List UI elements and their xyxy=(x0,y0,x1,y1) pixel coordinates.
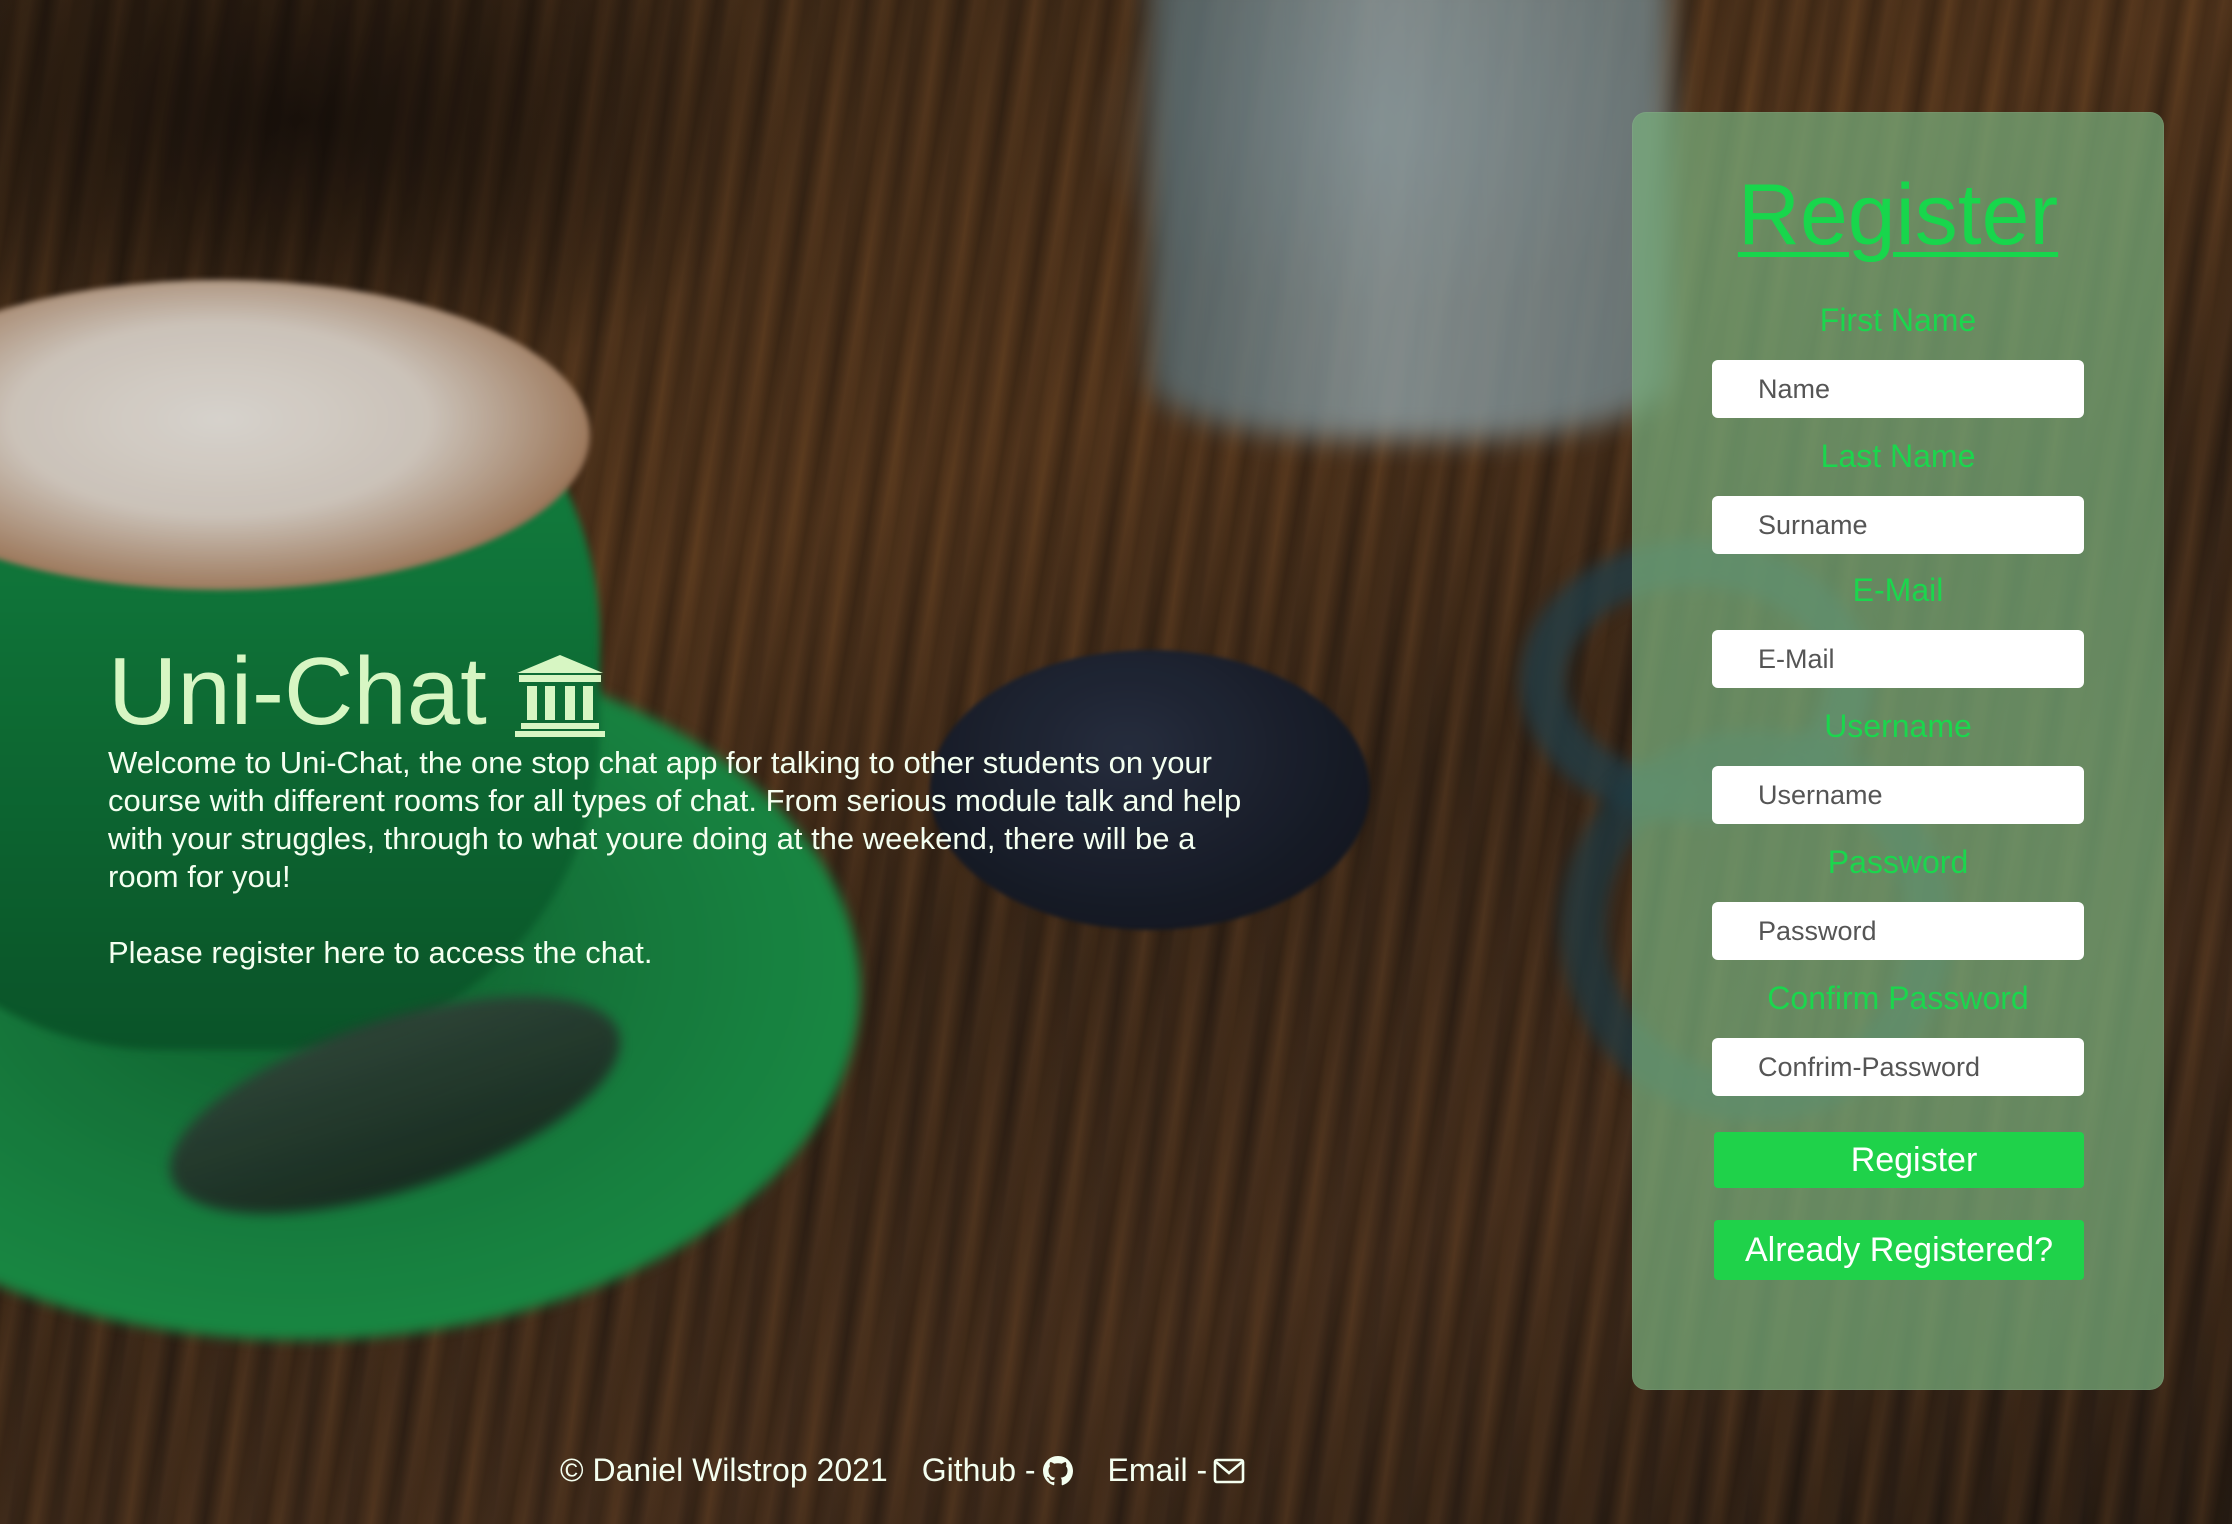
hero-cta: Please register here to access the chat. xyxy=(108,934,653,970)
register-card: Register First Name Last Name E-Mail Use… xyxy=(1632,112,2164,1390)
bank-icon xyxy=(513,653,607,737)
username-input[interactable] xyxy=(1712,766,2084,824)
username-label: Username xyxy=(1824,708,1972,744)
hero-section: Uni-Chat Welcome to Uni-Chat, the one st… xyxy=(108,640,1268,972)
confirm-password-label: Confirm Password xyxy=(1767,980,2029,1016)
footer: © Daniel Wilstrop 2021 Github - Email - xyxy=(560,1452,1245,1489)
copyright-text: © Daniel Wilstrop 2021 xyxy=(560,1452,888,1488)
github-link[interactable]: Github - xyxy=(922,1452,1074,1489)
app-title-text: Uni-Chat xyxy=(108,638,487,745)
register-heading: Register xyxy=(1737,167,2059,263)
email-link[interactable]: Email - xyxy=(1108,1452,1246,1489)
last-name-input[interactable] xyxy=(1712,496,2084,554)
first-name-label: First Name xyxy=(1819,302,1977,338)
github-icon xyxy=(1042,1455,1074,1487)
last-name-label: Last Name xyxy=(1820,438,1976,474)
first-name-input[interactable] xyxy=(1712,360,2084,418)
app-title: Uni-Chat xyxy=(108,640,1268,744)
password-input[interactable] xyxy=(1712,902,2084,960)
already-registered-button[interactable]: Already Registered? xyxy=(1714,1220,2084,1280)
email-label: E-Mail xyxy=(1852,572,1944,608)
email-label: Email - xyxy=(1107,1452,1208,1488)
confirm-password-input[interactable] xyxy=(1712,1038,2084,1096)
email-input[interactable] xyxy=(1712,630,2084,688)
envelope-icon xyxy=(1213,1458,1245,1484)
github-label: Github - xyxy=(921,1452,1036,1488)
register-button[interactable]: Register xyxy=(1714,1132,2084,1188)
hero-description: Welcome to Uni-Chat, the one stop chat a… xyxy=(108,744,1242,894)
password-label: Password xyxy=(1827,844,1969,880)
